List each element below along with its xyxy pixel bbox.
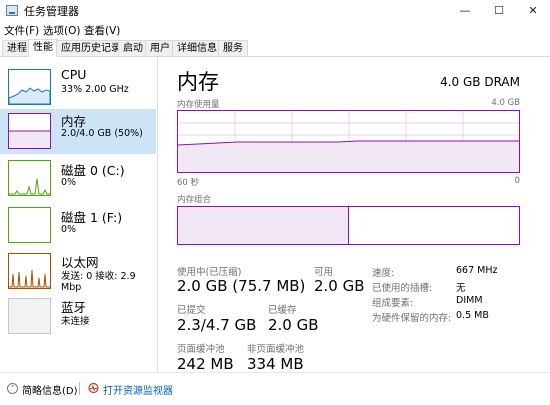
sidebar-item-memory[interactable]: 内存 2.0/4.0 GB (50%) <box>0 109 156 154</box>
ethernet-thumbnail-graph <box>8 253 51 289</box>
minimize-button[interactable]: — <box>448 0 482 22</box>
menu-bar: 文件(F) 选项(O) 查看(V) <box>0 22 550 39</box>
sidebar-item-disk-1[interactable]: 磁盘 1 (F:) 0% <box>0 203 156 248</box>
menu-view[interactable]: 查看(V) <box>84 23 120 38</box>
maximize-button[interactable]: ☐ <box>482 0 516 22</box>
slots-used-value: 无 <box>456 283 466 294</box>
task-manager-icon <box>6 5 18 16</box>
tab-bar: 进程 性能 应用历史记录 启动 用户 详细信息 服务 <box>0 39 550 57</box>
tab-details[interactable]: 详细信息 <box>172 40 222 56</box>
committed-label: 已提交 <box>177 305 206 316</box>
cpu-thumbnail-graph <box>8 69 51 105</box>
memory-total: 4.0 GB DRAM <box>440 75 520 89</box>
sidebar-item-subtitle: 0% <box>61 224 77 235</box>
open-resource-monitor-link[interactable]: 打开资源监视器 <box>103 382 173 397</box>
speed-value: 667 MHz <box>456 265 498 276</box>
footer-bar: ⌃ 简略信息(D) 打开资源监视器 <box>0 372 550 405</box>
available-label: 可用 <box>314 267 334 278</box>
disk-0-thumbnail-graph <box>8 160 51 196</box>
sidebar-item-bluetooth[interactable]: 蓝牙 未连接 <box>0 295 156 340</box>
sidebar-item-subtitle: 0% <box>61 177 77 188</box>
committed-value: 2.3/4.7 GB <box>177 316 257 334</box>
menu-options[interactable]: 选项(O) <box>43 23 80 38</box>
resource-monitor-icon[interactable] <box>88 382 99 394</box>
cached-value: 2.0 GB <box>268 316 319 334</box>
bluetooth-thumbnail-graph <box>8 298 51 334</box>
available-value: 2.0 GB <box>314 277 365 295</box>
usage-graph-max: 4.0 GB <box>491 98 520 108</box>
close-button[interactable]: ✕ <box>516 0 550 22</box>
sidebar-item-subtitle: 33% 2.00 GHz <box>61 84 129 95</box>
sidebar-item-subtitle: 未连接 <box>61 316 90 327</box>
sidebar-item-ethernet[interactable]: 以太网 发送: 0 接收: 2.9 Mbp <box>0 250 156 295</box>
slots-used-label: 已使用的插槽: <box>372 283 433 294</box>
performance-sidebar: CPU 33% 2.00 GHz 内存 2.0/4.0 GB (50%) 磁盘 … <box>0 57 158 372</box>
axis-time-zero: 0 <box>514 176 520 186</box>
tab-app-history[interactable]: 应用历史记录 <box>56 40 126 56</box>
memory-usage-graph <box>177 110 520 173</box>
nonpaged-pool-label: 非页面缓冲池 <box>247 344 305 355</box>
sidebar-item-disk-0[interactable]: 磁盘 0 (C:) 0% <box>0 156 156 201</box>
memory-composition-bar <box>177 206 520 245</box>
sidebar-item-title: CPU <box>61 67 87 82</box>
hardware-reserved-value: 0.5 MB <box>456 310 489 321</box>
tab-startup[interactable]: 启动 <box>118 40 148 56</box>
composition-in-use-segment <box>178 207 349 244</box>
tab-performance[interactable]: 性能 <box>28 39 58 57</box>
chevron-up-icon[interactable]: ⌃ <box>7 383 18 394</box>
speed-label: 速度: <box>372 268 395 279</box>
sidebar-item-cpu[interactable]: CPU 33% 2.00 GHz <box>0 65 156 110</box>
disk-1-thumbnail-graph <box>8 207 51 243</box>
in-use-value: 2.0 GB (75.7 MB) <box>177 277 306 295</box>
memory-thumbnail-graph <box>8 113 51 149</box>
cached-label: 已缓存 <box>268 305 297 316</box>
usage-graph-label: 内存使用量 <box>177 100 220 110</box>
axis-time-span: 60 秒 <box>177 178 200 188</box>
tab-users[interactable]: 用户 <box>145 40 175 56</box>
nonpaged-pool-value: 334 MB <box>247 355 304 373</box>
composition-label: 内存组合 <box>177 195 212 205</box>
fewer-details-link[interactable]: 简略信息(D) <box>22 382 78 397</box>
footer-divider <box>79 382 80 395</box>
in-use-label: 使用中(已压缩) <box>177 267 242 278</box>
form-factor-value: DIMM <box>456 295 483 306</box>
form-factor-label: 组成要素: <box>372 298 414 309</box>
tab-services[interactable]: 服务 <box>218 40 248 56</box>
title-bar: 任务管理器 — ☐ ✕ <box>0 0 550 22</box>
hardware-reserved-label: 为硬件保留的内存: <box>372 313 452 324</box>
page-title: 内存 <box>177 70 219 94</box>
paged-pool-label: 页面缓冲池 <box>177 344 225 355</box>
paged-pool-value: 242 MB <box>177 355 234 373</box>
sidebar-item-subtitle: 2.0/4.0 GB (50%) <box>61 128 143 139</box>
window-title: 任务管理器 <box>24 5 79 18</box>
sidebar-item-subtitle: 发送: 0 接收: 2.9 Mbp <box>61 271 136 293</box>
menu-file[interactable]: 文件(F) <box>4 23 39 38</box>
